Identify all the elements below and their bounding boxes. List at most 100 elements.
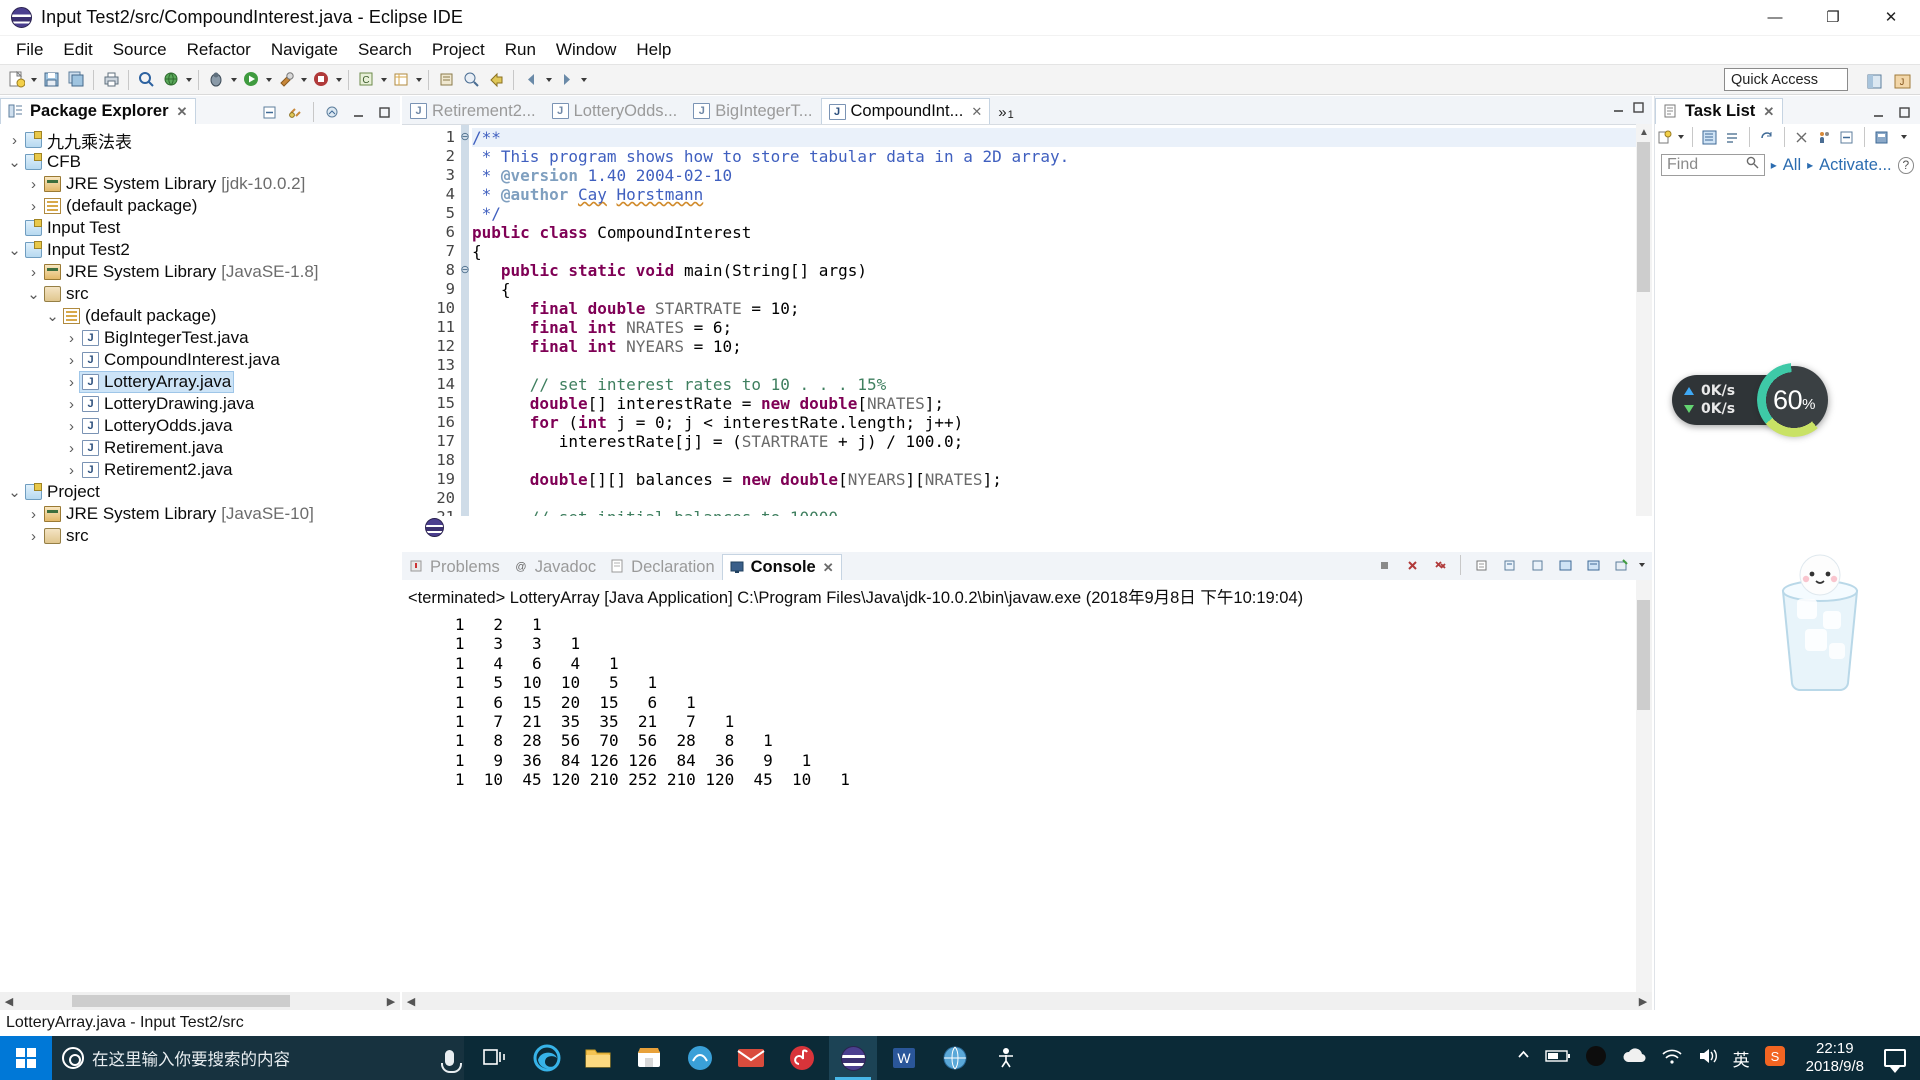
task-view-menu-button[interactable] (1894, 125, 1914, 149)
ime-language-indicator[interactable]: 英 (1733, 1046, 1750, 1071)
close-icon[interactable]: ✕ (971, 104, 982, 120)
tree-item[interactable]: › src (0, 525, 400, 547)
tree-item[interactable]: › LotteryDrawing.java (0, 393, 400, 415)
menu-item-window[interactable]: Window (546, 38, 626, 62)
browser-globe-icon[interactable] (931, 1036, 979, 1080)
chevron-down-icon[interactable]: ⌄ (44, 307, 61, 325)
external-tools-caret[interactable] (299, 68, 308, 92)
task-repositories-button[interactable] (1872, 125, 1892, 149)
back-button[interactable] (519, 68, 543, 92)
close-icon[interactable]: ✕ (177, 104, 188, 120)
remove-all-terminated-button[interactable] (1428, 553, 1452, 577)
code-line[interactable] (472, 356, 1652, 375)
tree-item[interactable]: › Retirement2.java (0, 459, 400, 481)
tree-item[interactable]: ⌄ CFB (0, 151, 400, 173)
volume-icon[interactable] (1697, 1047, 1719, 1070)
back-dropdown-caret[interactable] (544, 68, 553, 92)
collapse-all-button[interactable] (1837, 125, 1857, 149)
tree-item[interactable]: Input Test (0, 217, 400, 239)
tab-package-explorer[interactable]: Package Explorer ✕ (0, 98, 197, 124)
editor-tab[interactable]: CompoundInt... ✕ (820, 98, 991, 124)
package-explorer-tree[interactable]: › 九九乘法表 ⌄ CFB › JRE System Library [jdk-10.0.2… (0, 124, 400, 1012)
debug-dropdown-caret[interactable] (229, 68, 238, 92)
code-line[interactable] (472, 451, 1652, 470)
maximize-view-button[interactable] (1892, 100, 1916, 124)
close-icon[interactable]: ✕ (1763, 104, 1774, 120)
external-tools-button[interactable] (274, 68, 298, 92)
terminate-all-button[interactable] (1372, 553, 1396, 577)
menu-item-project[interactable]: Project (422, 38, 495, 62)
microphone-icon[interactable] (441, 1050, 462, 1073)
code-line[interactable]: interestRate[j] = (STARTRATE + j) / 100.… (472, 432, 1652, 451)
new-button[interactable] (4, 68, 28, 92)
tab-task-list[interactable]: Task List ✕ (1655, 98, 1784, 124)
chevron-right-icon[interactable]: › (25, 264, 42, 281)
word-wrap-button[interactable] (1525, 553, 1549, 577)
globe-dropdown-caret[interactable] (184, 68, 193, 92)
tree-item[interactable]: › JRE System Library [JavaSE-1.8] (0, 261, 400, 283)
cpu-usage-widget[interactable]: 60% (1757, 363, 1831, 437)
editor-vscrollbar[interactable]: ▲ (1636, 124, 1652, 516)
marker-gutter[interactable] (402, 125, 418, 516)
chevron-right-icon[interactable]: › (25, 528, 42, 545)
clear-console-button[interactable] (1469, 553, 1493, 577)
globe-button[interactable] (159, 68, 183, 92)
coverage-button[interactable] (309, 68, 333, 92)
editor-tab-overflow[interactable]: » 1 (990, 104, 1019, 124)
tree-item[interactable]: › CompoundInterest.java (0, 349, 400, 371)
maximize-button[interactable]: ❐ (1804, 0, 1862, 36)
editor-tab[interactable]: Retirement2... (402, 98, 544, 124)
console-vscroll-thumb[interactable] (1637, 600, 1650, 710)
task-view-button[interactable] (472, 1036, 520, 1080)
new-package-caret[interactable] (414, 68, 423, 92)
hscroll-track[interactable] (18, 994, 382, 1008)
code-line[interactable]: double[] interestRate = new double[NRATE… (472, 394, 1652, 413)
tree-item[interactable]: ⌄ Input Test2 (0, 239, 400, 261)
console-tab-javadoc[interactable]: @ Javadoc (507, 554, 603, 580)
code-line[interactable]: * @author Cay Horstmann (472, 185, 1652, 204)
tree-item[interactable]: › JRE System Library [jdk-10.0.2] (0, 173, 400, 195)
chevron-right-icon[interactable]: › (6, 132, 23, 149)
minimize-view-button[interactable] (1611, 100, 1626, 120)
console-tab-console[interactable]: Console ✕ (721, 554, 842, 580)
chevron-down-icon[interactable]: ⌄ (6, 241, 23, 259)
run-button[interactable] (239, 68, 263, 92)
sogou-input-icon[interactable]: S (1764, 1045, 1786, 1072)
chevron-right-icon[interactable]: › (25, 176, 42, 193)
editor-vscroll-thumb[interactable] (1637, 142, 1650, 292)
scroll-right-icon[interactable]: ▶ (382, 992, 400, 1010)
onedrive-cloud-icon[interactable] (1621, 1047, 1647, 1070)
menu-item-file[interactable]: File (6, 38, 53, 62)
chevron-down-icon[interactable]: ⌄ (6, 153, 23, 171)
word-icon[interactable]: W (880, 1036, 928, 1080)
minimize-view-button[interactable] (346, 100, 370, 124)
tree-item[interactable]: › JRE System Library [JavaSE-10] (0, 503, 400, 525)
open-perspective-button[interactable] (1862, 69, 1886, 93)
help-icon[interactable]: ? (1897, 156, 1914, 174)
remove-launch-button[interactable] (1400, 553, 1424, 577)
person-button[interactable] (1814, 125, 1834, 149)
scroll-up-icon[interactable]: ▲ (1636, 124, 1652, 141)
tree-item[interactable]: › Retirement.java (0, 437, 400, 459)
show-hidden-icons-chevron[interactable] (1516, 1048, 1531, 1068)
eclipse-taskbar-icon[interactable] (829, 1036, 877, 1080)
console-scroll-right-icon[interactable]: ▶ (1634, 992, 1652, 1010)
scheduled-view-button[interactable] (1723, 125, 1743, 149)
categorized-view-button[interactable] (1700, 125, 1720, 149)
minimize-button[interactable]: — (1746, 0, 1804, 36)
tree-item[interactable]: ⌄ Project (0, 481, 400, 503)
console-hscrollbar[interactable]: ◀ ▶ (402, 992, 1652, 1010)
close-button[interactable]: ✕ (1862, 0, 1920, 36)
folding-gutter[interactable]: ⊖ ⊖ (458, 125, 472, 516)
editor-tab[interactable]: BigIntegerT... (685, 98, 820, 124)
code-line[interactable]: */ (472, 204, 1652, 223)
code-line[interactable]: final double STARTRATE = 10; (472, 299, 1652, 318)
package-explorer-hscrollbar[interactable]: ◀ ▶ (0, 992, 400, 1010)
chevron-right-icon[interactable]: › (63, 374, 80, 391)
view-menu-button[interactable] (320, 100, 344, 124)
console-menu-caret[interactable] (1637, 553, 1646, 577)
chevron-down-icon[interactable]: ⌄ (25, 285, 42, 303)
search-icon[interactable] (1746, 156, 1759, 174)
code-line[interactable]: for (int j = 0; j < interestRate.length;… (472, 413, 1652, 432)
chevron-right-icon[interactable]: › (63, 462, 80, 479)
